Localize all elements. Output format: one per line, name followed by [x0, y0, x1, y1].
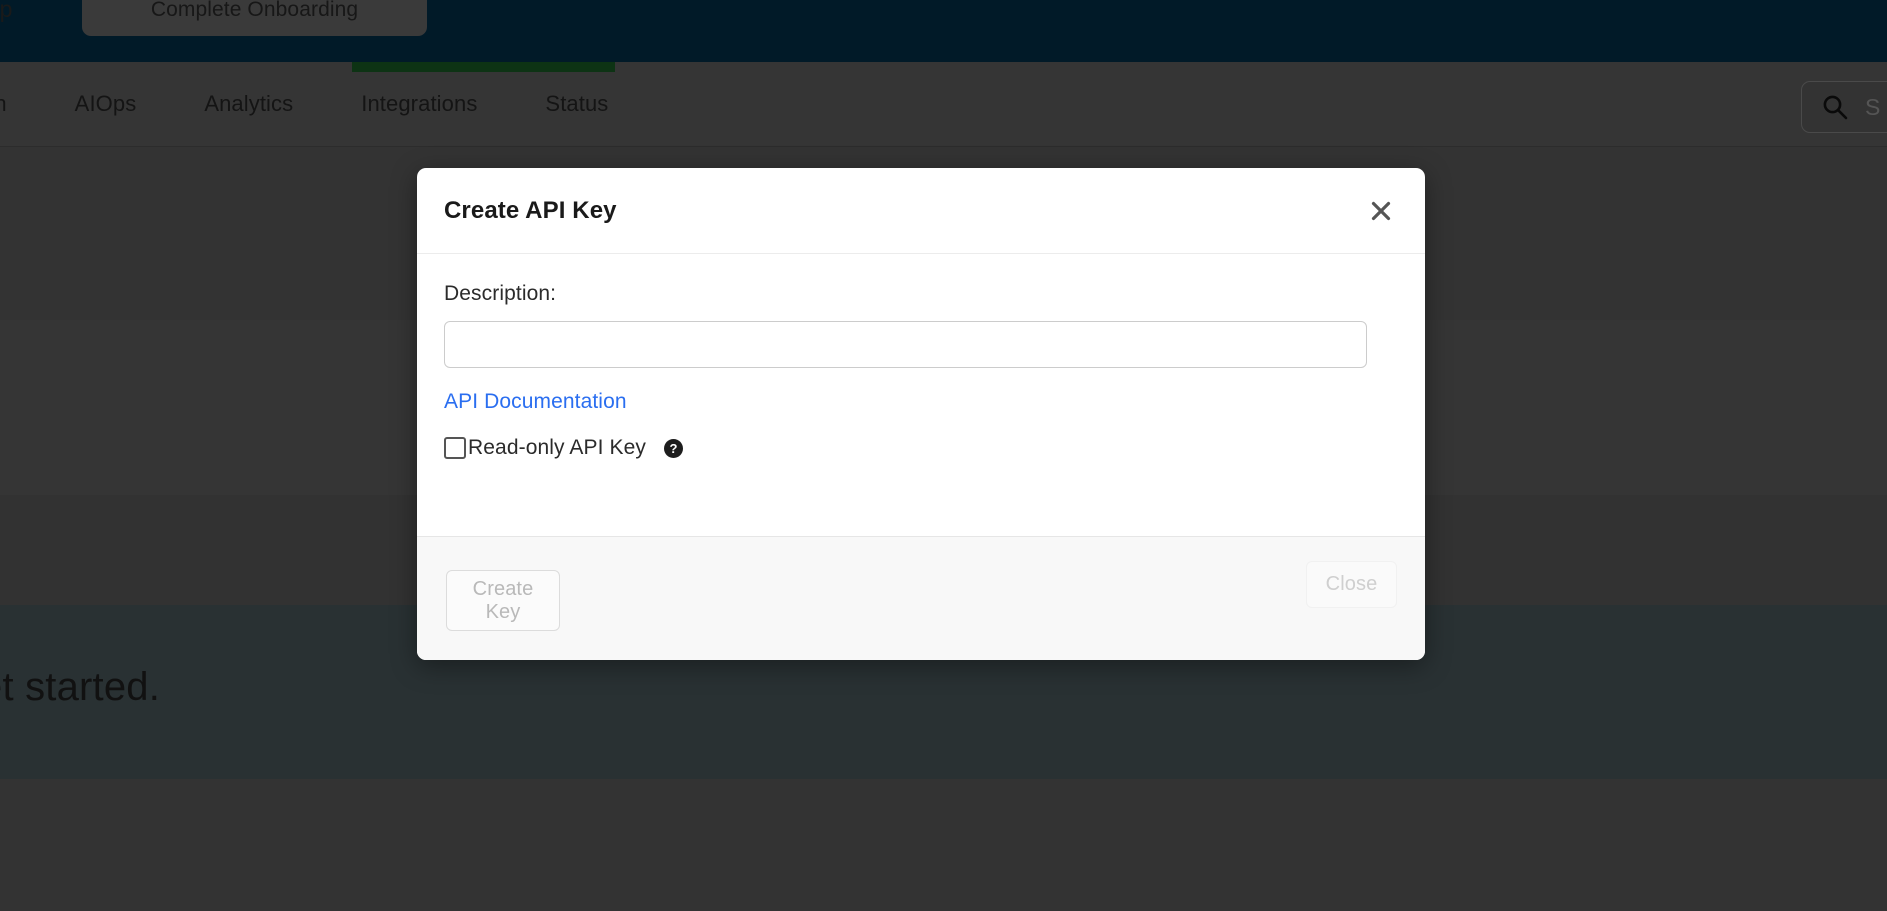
- search-icon: [1821, 93, 1849, 121]
- nav-item-clipped[interactable]: on: [0, 91, 41, 117]
- close-button[interactable]: Close: [1306, 561, 1397, 608]
- modal-body: Description: API Documentation Read-only…: [417, 254, 1425, 536]
- api-documentation-link[interactable]: API Documentation: [444, 390, 627, 414]
- search-placeholder-text: S: [1865, 93, 1881, 120]
- modal-header: Create API Key: [417, 168, 1425, 254]
- nav-item-list: on AIOps Analytics Integrations Status: [0, 62, 642, 146]
- readonly-api-key-row: Read-only API Key ?: [444, 436, 1398, 460]
- active-tab-underline: [352, 62, 615, 72]
- description-input[interactable]: [444, 321, 1367, 368]
- create-key-button[interactable]: Create Key: [446, 570, 560, 631]
- close-icon[interactable]: [1363, 193, 1399, 229]
- readonly-api-key-label[interactable]: Read-only API Key: [468, 436, 646, 460]
- content-band-bottom: [0, 779, 1887, 911]
- description-label: Description:: [444, 282, 557, 305]
- readonly-api-key-checkbox[interactable]: [444, 437, 466, 459]
- nav-item-status[interactable]: Status: [511, 91, 642, 117]
- global-search-box[interactable]: S: [1801, 81, 1887, 133]
- main-navigation-bar: on AIOps Analytics Integrations Status: [0, 62, 1887, 147]
- nav-item-aiops[interactable]: AIOps: [41, 91, 171, 117]
- nav-item-integrations[interactable]: Integrations: [327, 91, 511, 117]
- complete-onboarding-button[interactable]: Complete Onboarding: [82, 0, 427, 36]
- svg-text:?: ?: [669, 441, 677, 456]
- modal-title: Create API Key: [444, 196, 617, 224]
- top-bar-clipped-text: t up: [0, 0, 13, 22]
- create-api-key-modal: Create API Key Description: API Document…: [417, 168, 1425, 660]
- question-circle-icon[interactable]: ?: [663, 438, 683, 458]
- modal-footer: Create Key Close: [417, 536, 1425, 660]
- nav-item-analytics[interactable]: Analytics: [170, 91, 327, 117]
- top-utility-bar: t up Complete Onboarding: [0, 0, 1887, 62]
- hero-heading: et started.: [0, 665, 161, 709]
- complete-onboarding-label: Complete Onboarding: [150, 0, 359, 21]
